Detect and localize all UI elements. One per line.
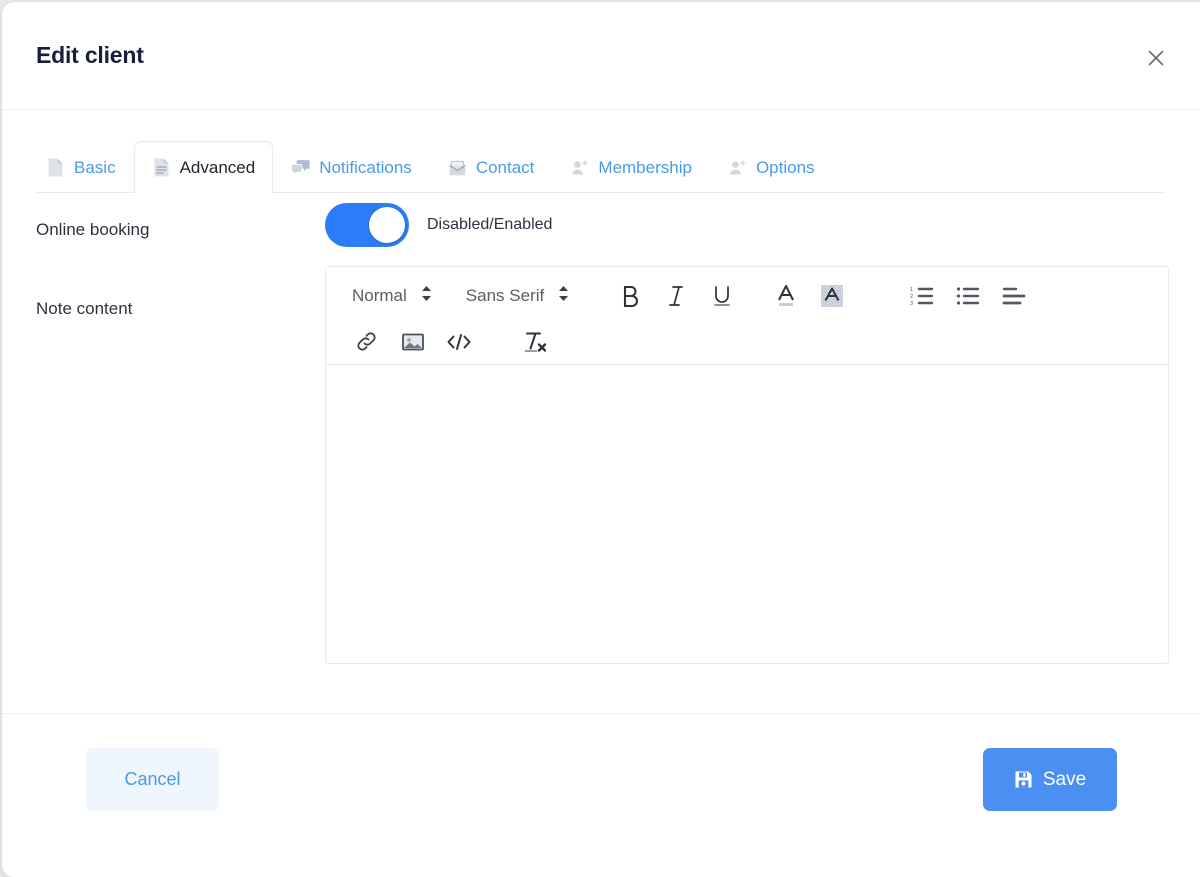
- svg-text:1: 1: [910, 287, 913, 293]
- tab-label: Membership: [598, 157, 692, 177]
- editor-toolbar: Normal Sans Serif 1 2 3: [325, 266, 1169, 365]
- italic-icon[interactable]: [653, 279, 699, 313]
- heading-select-value: Normal: [352, 286, 407, 305]
- user-plus-icon: [570, 157, 589, 178]
- online-booking-toggle[interactable]: [325, 203, 409, 247]
- tab-label: Notifications: [319, 157, 412, 177]
- image-icon[interactable]: [390, 325, 436, 359]
- link-icon[interactable]: [344, 325, 390, 359]
- tab-contact[interactable]: Contact: [430, 141, 553, 193]
- note-content-label: Note content: [36, 299, 133, 318]
- bullet-list-icon[interactable]: [945, 279, 991, 313]
- note-content-editor: Normal Sans Serif 1 2 3: [325, 266, 1169, 664]
- align-left-icon[interactable]: [991, 279, 1037, 313]
- chat-bubbles-icon: [291, 157, 310, 178]
- document-lines-icon: [152, 157, 171, 178]
- font-select[interactable]: Sans Serif: [458, 279, 577, 313]
- cancel-button[interactable]: Cancel: [86, 748, 219, 811]
- underline-icon[interactable]: [699, 279, 745, 313]
- text-color-icon[interactable]: [763, 279, 809, 313]
- tab-label: Options: [755, 157, 815, 177]
- envelope-icon: [448, 157, 467, 178]
- chevron-updown-icon: [558, 285, 569, 307]
- document-icon: [46, 157, 65, 178]
- heading-select[interactable]: Normal: [344, 279, 440, 313]
- ordered-list-icon[interactable]: 1 2 3: [899, 279, 945, 313]
- tab-label: Advanced: [179, 157, 256, 177]
- user-plus-icon: [728, 157, 747, 178]
- tab-advanced[interactable]: Advanced: [133, 141, 274, 194]
- svg-text:2: 2: [910, 294, 913, 300]
- tab-options[interactable]: Options: [710, 141, 833, 193]
- tab-label: Contact: [475, 157, 535, 177]
- save-button[interactable]: Save: [983, 748, 1117, 811]
- tab-basic[interactable]: Basic: [28, 141, 134, 193]
- modal-body: Online booking Disabled/Enabled Note con…: [2, 193, 1200, 713]
- online-booking-label: Online booking: [36, 220, 150, 239]
- note-content-input[interactable]: [325, 365, 1169, 664]
- tab-notifications[interactable]: Notifications: [273, 141, 430, 193]
- toolbar-row-1: Normal Sans Serif 1 2 3: [344, 273, 1150, 319]
- chevron-updown-icon: [421, 285, 432, 307]
- tab-bar: Basic Advanced Notifications Contact Mem…: [2, 110, 1200, 194]
- background-color-icon[interactable]: [809, 279, 855, 313]
- edit-client-modal: Edit client Basic Advanced Notifications…: [2, 2, 1200, 877]
- svg-text:3: 3: [910, 301, 913, 306]
- save-button-label: Save: [1042, 768, 1087, 790]
- modal-footer: Cancel Save: [2, 713, 1200, 877]
- bold-icon[interactable]: [607, 279, 653, 313]
- toolbar-row-2: [344, 319, 1150, 365]
- modal-header: Edit client: [2, 2, 1200, 110]
- tab-membership[interactable]: Membership: [552, 141, 710, 193]
- online-booking-row: Disabled/Enabled: [325, 203, 552, 247]
- close-icon[interactable]: [1140, 42, 1172, 74]
- tab-label: Basic: [74, 157, 116, 177]
- save-disk-icon: [1014, 770, 1033, 789]
- page-title: Edit client: [36, 42, 144, 68]
- toggle-state-label: Disabled/Enabled: [427, 216, 553, 233]
- toggle-knob: [369, 207, 405, 243]
- clear-format-icon[interactable]: [512, 325, 558, 359]
- code-icon[interactable]: [436, 325, 482, 359]
- font-select-value: Sans Serif: [465, 286, 545, 305]
